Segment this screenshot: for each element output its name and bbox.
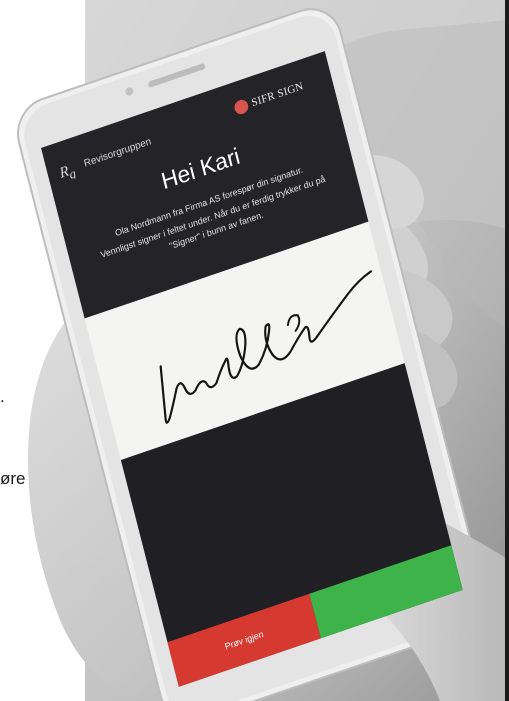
sifr-sign-logo-icon: [233, 97, 250, 117]
rg-monogram-icon: R g: [57, 163, 78, 182]
organization-name: Revisorgruppen: [82, 136, 153, 170]
photo-scene: . øre R g Revisorgruppen SIFR SIGN Hei K…: [0, 0, 509, 701]
cropped-text-fragment-2: øre: [0, 469, 26, 488]
brand-name: SIFR SIGN: [250, 80, 305, 110]
frame-border: [505, 0, 509, 701]
cropped-text-fragment-1: .: [0, 387, 5, 406]
sifr-sign-logo: SIFR SIGN: [233, 72, 322, 117]
